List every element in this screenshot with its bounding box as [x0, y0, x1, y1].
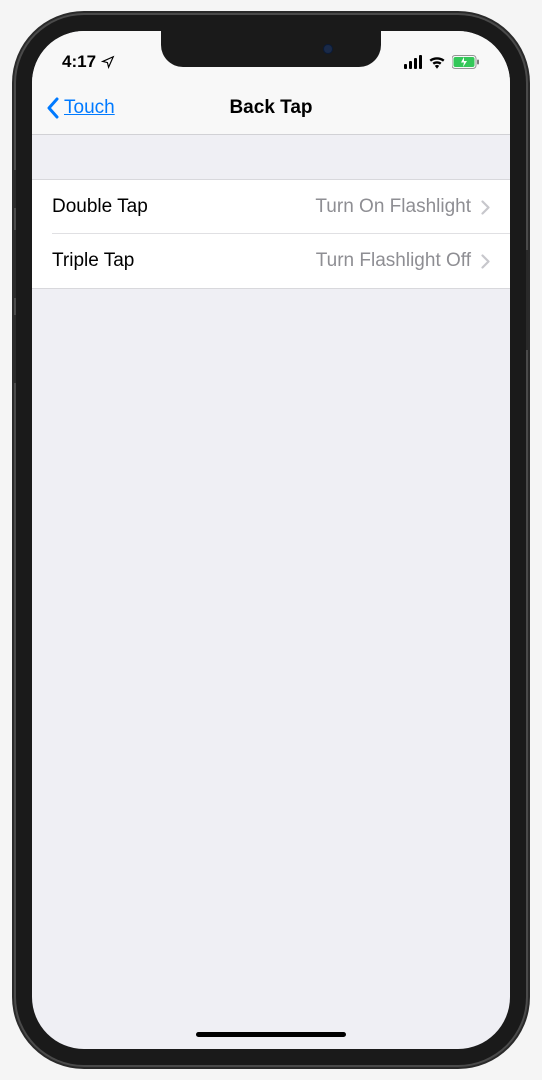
- phone-frame: 4:17: [16, 15, 526, 1065]
- cellular-signal-icon: [404, 55, 422, 69]
- home-indicator[interactable]: [196, 1032, 346, 1037]
- volume-down-button: [12, 315, 16, 383]
- settings-row-triple-tap[interactable]: Triple Tap Turn Flashlight Off: [32, 234, 510, 288]
- volume-up-button: [12, 230, 16, 298]
- row-label: Triple Tap: [52, 250, 134, 272]
- status-time: 4:17: [62, 52, 96, 72]
- battery-charging-icon: [452, 55, 480, 69]
- wifi-icon: [428, 55, 446, 69]
- status-right: [404, 55, 480, 69]
- location-icon: [101, 55, 115, 69]
- status-left: 4:17: [62, 52, 115, 72]
- settings-list: Double Tap Turn On Flashlight Triple Tap…: [32, 179, 510, 289]
- front-camera: [323, 44, 333, 54]
- row-value: Turn Flashlight Off: [316, 250, 471, 272]
- screen: 4:17: [32, 31, 510, 1049]
- chevron-right-icon: [481, 254, 490, 269]
- back-button-label: Touch: [64, 97, 115, 119]
- row-label: Double Tap: [52, 196, 148, 218]
- mute-switch: [12, 170, 16, 208]
- notch: [161, 31, 381, 67]
- row-value-wrap: Turn Flashlight Off: [316, 250, 490, 272]
- back-button[interactable]: Touch: [46, 97, 115, 119]
- section-spacer: [32, 135, 510, 179]
- chevron-left-icon: [46, 97, 60, 119]
- settings-row-double-tap[interactable]: Double Tap Turn On Flashlight: [32, 180, 510, 234]
- page-title: Back Tap: [229, 97, 312, 119]
- row-value-wrap: Turn On Flashlight: [315, 196, 490, 218]
- power-button: [526, 250, 530, 350]
- nav-bar: Touch Back Tap: [32, 81, 510, 135]
- chevron-right-icon: [481, 200, 490, 215]
- row-value: Turn On Flashlight: [315, 196, 471, 218]
